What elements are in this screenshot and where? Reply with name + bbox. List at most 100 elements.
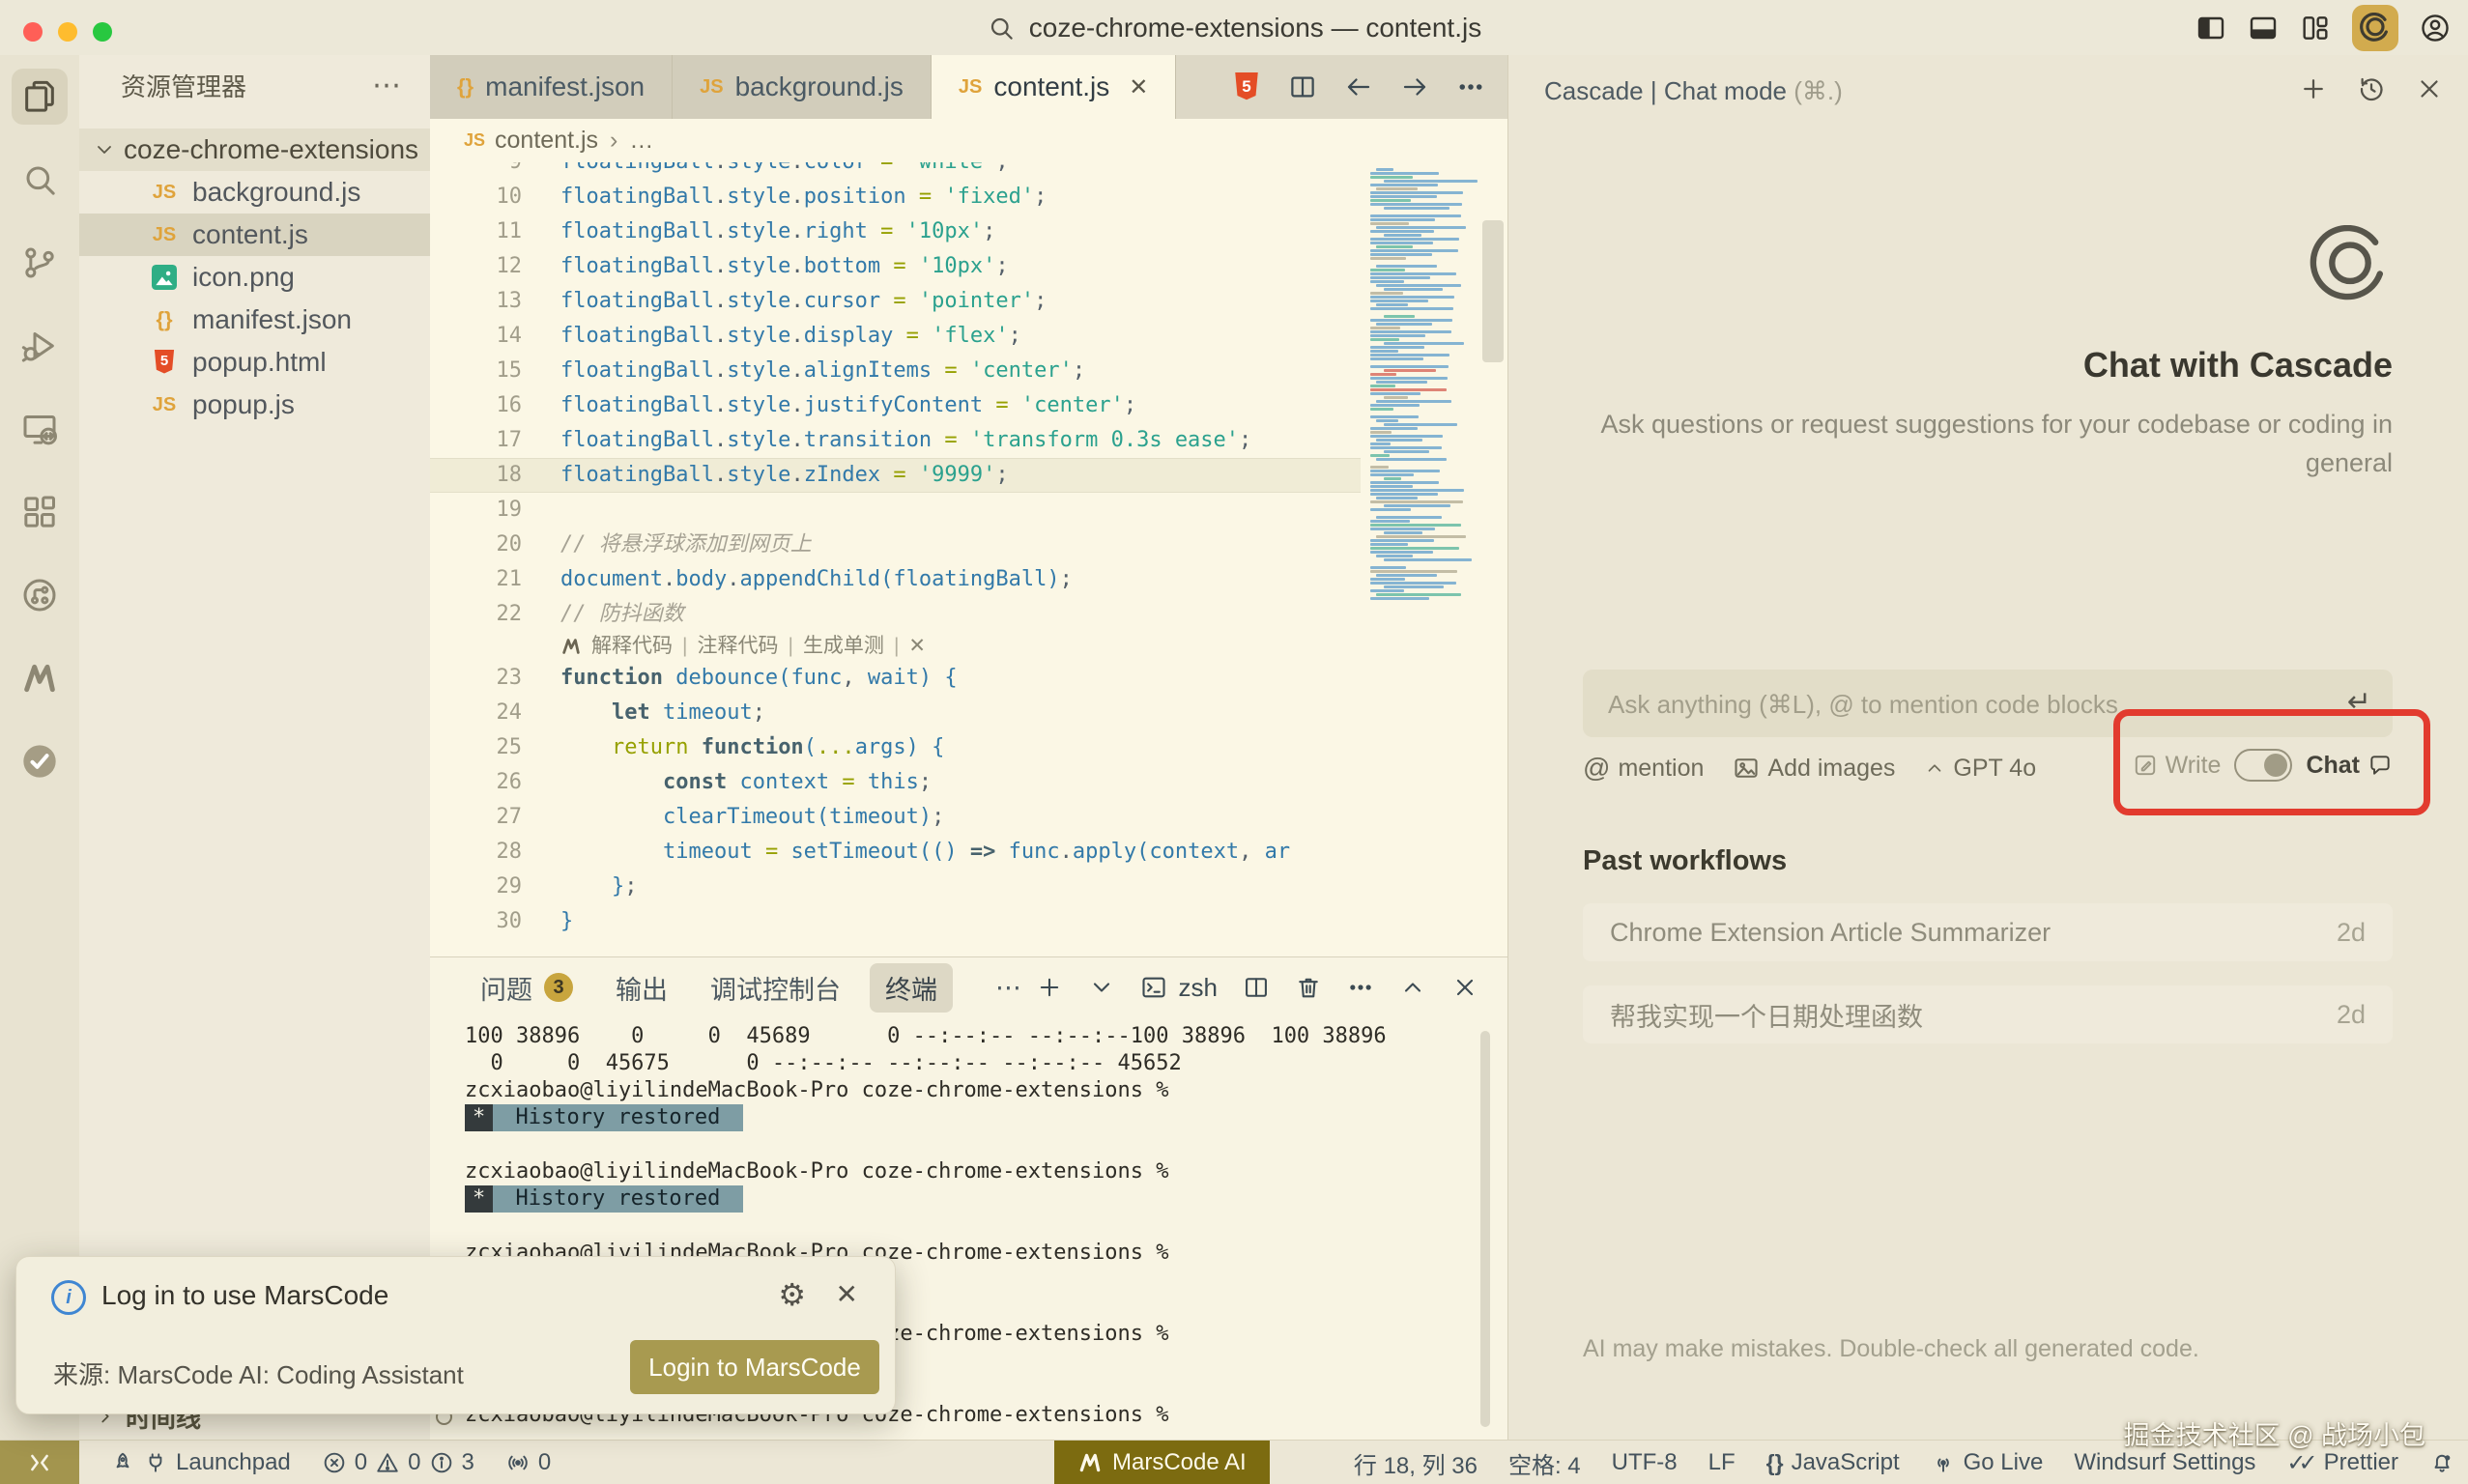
remote-indicator[interactable]: [0, 1441, 79, 1484]
codelens-actions[interactable]: 解释代码|注释代码|生成单测|✕: [430, 632, 1361, 661]
breadcrumb[interactable]: JS content.js › …: [430, 119, 1507, 162]
panel-tab-终端[interactable]: 终端: [870, 963, 953, 1013]
code-line-30[interactable]: 30}: [430, 904, 1361, 939]
login-marscode-button[interactable]: Login to MarsCode: [630, 1340, 879, 1394]
editor-tab-background.js[interactable]: JSbackground.js: [673, 55, 932, 119]
terminal-chip-icon[interactable]: [1140, 974, 1167, 1001]
workflow-card[interactable]: Chrome Extension Article Summarizer2d: [1583, 903, 2393, 961]
code-line-12[interactable]: 12floatingBall.style.bottom = '10px';: [430, 249, 1361, 284]
minimap[interactable]: [1361, 162, 1480, 956]
arrow-right-icon[interactable]: [1400, 72, 1429, 101]
problems-status[interactable]: 003: [322, 1449, 474, 1476]
trash-icon[interactable]: [1295, 974, 1322, 1001]
status-javascript[interactable]: {}JavaScript: [1766, 1449, 1900, 1476]
window-title-search[interactable]: coze-chrome-extensions — content.js: [0, 0, 2468, 55]
mention-button[interactable]: @mention: [1583, 753, 1704, 784]
terminal-scrollbar[interactable]: [1480, 1031, 1490, 1427]
editor-tab-manifest.json[interactable]: {}manifest.json: [430, 55, 673, 119]
plus-icon[interactable]: [2299, 74, 2328, 103]
explorer-file-icon.png[interactable]: icon.png: [79, 256, 430, 299]
explorer-file-manifest.json[interactable]: {}manifest.json: [79, 299, 430, 341]
code-line-10[interactable]: 10floatingBall.style.position = 'fixed';: [430, 180, 1361, 214]
activity-item-remote-explorer[interactable]: [0, 387, 79, 471]
status-空格-4[interactable]: 空格: 4: [1508, 1446, 1581, 1480]
activity-item-explorer[interactable]: [0, 55, 79, 138]
code-line-19[interactable]: 19: [430, 493, 1361, 528]
status-lf[interactable]: LF: [1708, 1449, 1736, 1476]
activity-item-tasks[interactable]: [0, 720, 79, 803]
codelens-close[interactable]: ✕: [908, 632, 926, 661]
code-line-29[interactable]: 29 };: [430, 870, 1361, 904]
status-go-live[interactable]: Go Live: [1931, 1449, 2044, 1476]
code-line-28[interactable]: 28 timeout = setTimeout(() => func.apply…: [430, 835, 1361, 870]
explorer-more-button[interactable]: ⋯: [372, 69, 403, 102]
code-line-26[interactable]: 26 const context = this;: [430, 765, 1361, 800]
status-bell-icon[interactable]: [2429, 1450, 2454, 1475]
activity-item-source-control[interactable]: [0, 221, 79, 304]
panel-left-icon[interactable]: [2195, 13, 2226, 43]
code-line-14[interactable]: 14floatingBall.style.display = 'flex';: [430, 319, 1361, 354]
split-editor-icon[interactable]: [1243, 974, 1270, 1001]
activity-item-search[interactable]: [0, 138, 79, 221]
add-images-button[interactable]: Add images: [1733, 755, 1895, 783]
code-line-23[interactable]: 23function debounce(func, wait) {: [430, 661, 1361, 696]
explorer-file-popup.html[interactable]: 5popup.html: [79, 341, 430, 384]
more-icon[interactable]: [1347, 974, 1374, 1001]
code-line-13[interactable]: 13floatingBall.style.cursor = 'pointer';: [430, 284, 1361, 319]
status-prettier[interactable]: ✓✓Prettier: [2286, 1449, 2398, 1477]
code-line-11[interactable]: 11floatingBall.style.right = '10px';: [430, 214, 1361, 249]
account-icon[interactable]: [2420, 13, 2451, 43]
explorer-file-popup.js[interactable]: JSpopup.js: [79, 384, 430, 426]
html5-icon[interactable]: 5: [1232, 72, 1261, 101]
history-icon[interactable]: [2357, 74, 2386, 103]
code-line-22[interactable]: 22// 防抖函数: [430, 597, 1361, 632]
close-tab-icon[interactable]: ✕: [1129, 73, 1148, 101]
panel-bottom-icon[interactable]: [2248, 13, 2279, 43]
model-selector[interactable]: GPT 4o: [1924, 755, 2036, 783]
code-line-17[interactable]: 17floatingBall.style.transition = 'trans…: [430, 423, 1361, 458]
code-line-24[interactable]: 24 let timeout;: [430, 696, 1361, 730]
layout-icon[interactable]: [2300, 13, 2331, 43]
code-line-20[interactable]: 20// 将悬浮球添加到网页上: [430, 528, 1361, 562]
status-0[interactable]: 0: [505, 1449, 551, 1476]
cascade-toggle-button[interactable]: [2352, 5, 2398, 51]
split-editor-icon[interactable]: [1288, 72, 1317, 101]
status-windsurf-settings[interactable]: Windsurf Settings: [2074, 1449, 2255, 1476]
chevron-down-icon[interactable]: [1088, 974, 1115, 1001]
panel-tab-问题[interactable]: 问题3: [480, 969, 573, 1007]
panel-actions: zsh: [1036, 957, 1478, 1017]
panel-tab-⋯[interactable]: ⋯: [995, 973, 1021, 1003]
editor-scrollbar[interactable]: [1482, 220, 1504, 362]
editor-tab-content.js[interactable]: JScontent.js✕: [932, 55, 1176, 119]
more-icon[interactable]: [1456, 72, 1485, 101]
code-line-9[interactable]: 9floatingBall.style.color = 'white';: [430, 162, 1361, 180]
explorer-file-content.js[interactable]: JScontent.js: [79, 214, 430, 256]
gear-icon[interactable]: ⚙: [778, 1276, 806, 1313]
activity-item-extensions[interactable]: [0, 471, 79, 554]
code-line-18[interactable]: 18floatingBall.style.zIndex = '9999';: [430, 458, 1361, 493]
panel-tab-调试控制台[interactable]: 调试控制台: [710, 969, 841, 1007]
code-line-21[interactable]: 21document.body.appendChild(floatingBall…: [430, 562, 1361, 597]
panel-tab-输出[interactable]: 输出: [616, 969, 668, 1007]
status-utf-8[interactable]: UTF-8: [1612, 1449, 1678, 1476]
activity-item-live-share[interactable]: [0, 554, 79, 637]
close-icon[interactable]: ✕: [836, 1278, 858, 1310]
code-line-15[interactable]: 15floatingBall.style.alignItems = 'cente…: [430, 354, 1361, 388]
code-line-27[interactable]: 27 clearTimeout(timeout);: [430, 800, 1361, 835]
activity-item-marscode[interactable]: [0, 637, 79, 720]
statusbar-marscode[interactable]: MarsCode AI: [1054, 1441, 1270, 1484]
chevron-up-icon[interactable]: [1399, 974, 1426, 1001]
activity-item-run-debug[interactable]: [0, 304, 79, 387]
close-icon[interactable]: [2415, 74, 2444, 103]
arrow-left-icon[interactable]: [1344, 72, 1373, 101]
code-line-16[interactable]: 16floatingBall.style.justifyContent = 'c…: [430, 388, 1361, 423]
explorer-root-folder[interactable]: coze-chrome-extensions: [79, 128, 430, 171]
workflow-card[interactable]: 帮我实现一个日期处理函数2d: [1583, 985, 2393, 1043]
status-行-18-列-36[interactable]: 行 18, 列 36: [1354, 1446, 1478, 1480]
code-line-25[interactable]: 25 return function(...args) {: [430, 730, 1361, 765]
close-icon[interactable]: [1451, 974, 1478, 1001]
explorer-file-background.js[interactable]: JSbackground.js: [79, 171, 430, 214]
status-launchpad[interactable]: Launchpad: [110, 1449, 291, 1476]
plus-icon[interactable]: [1036, 974, 1063, 1001]
code-editor[interactable]: 9floatingBall.style.color = 'white';10fl…: [430, 162, 1361, 956]
